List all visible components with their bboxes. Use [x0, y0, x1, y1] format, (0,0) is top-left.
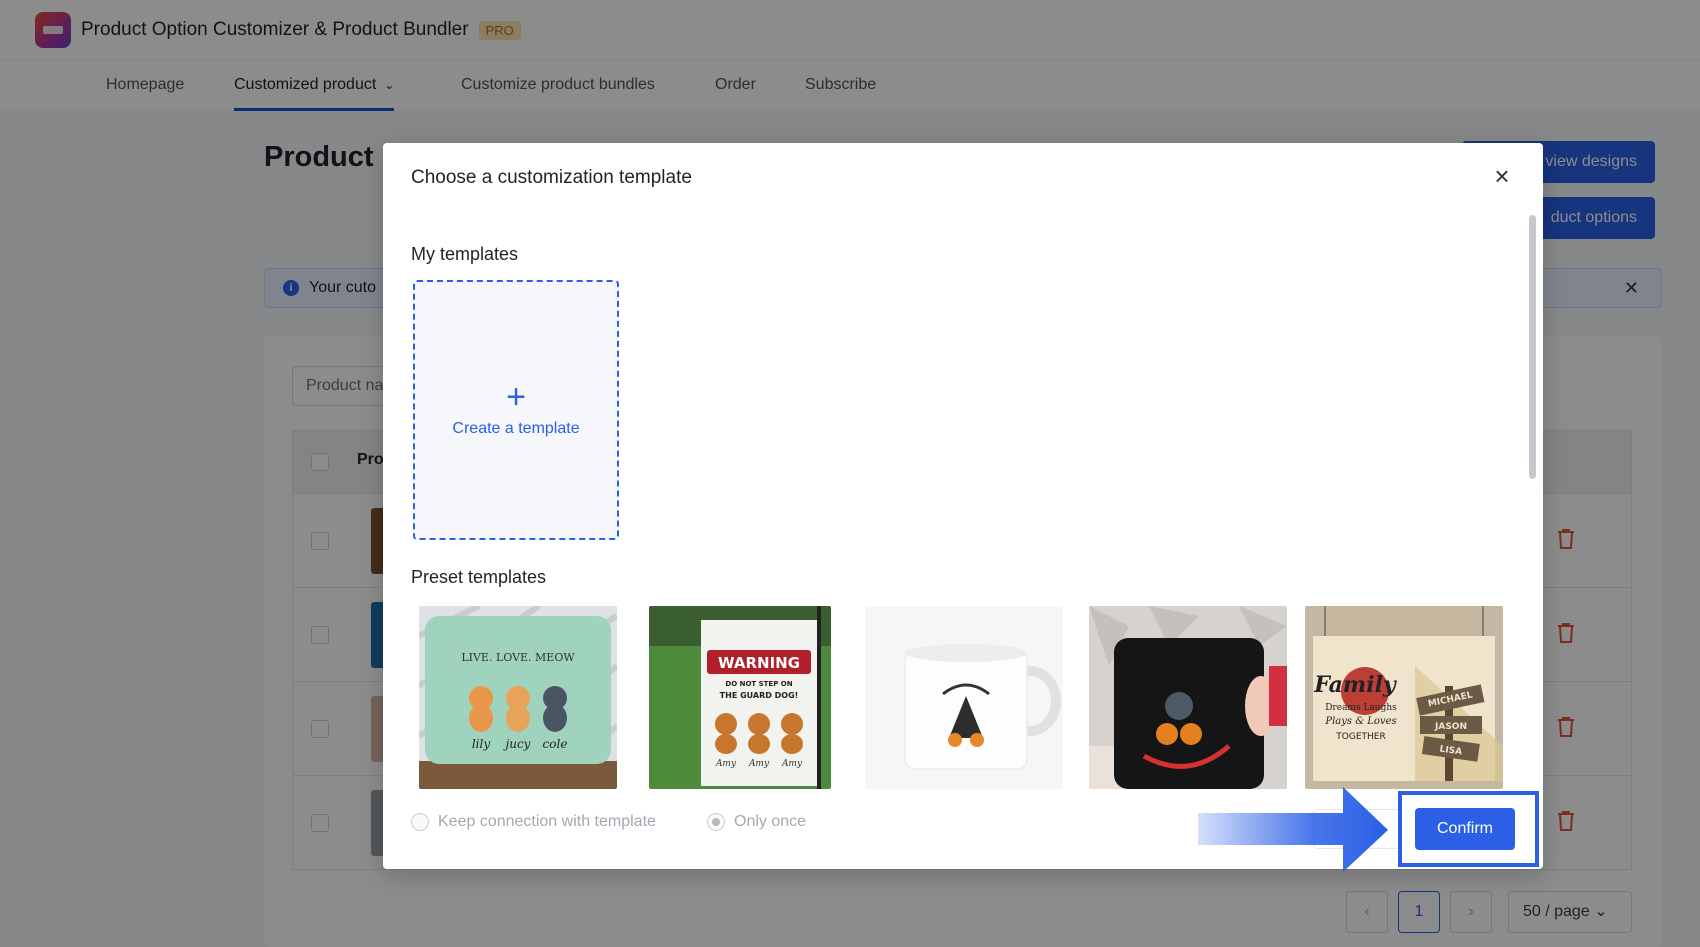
black-mug-image — [1089, 606, 1287, 789]
keep-connection-option[interactable]: Keep connection with template — [411, 813, 656, 831]
modal-title: Choose a customization template — [411, 167, 692, 188]
preset-template-family-sign[interactable]: Family Dreams Laughs Plays & Loves TOGET… — [1305, 606, 1503, 789]
pillow-name-1: lily — [472, 737, 491, 751]
preset-templates-title: Preset templates — [411, 567, 547, 587]
preset-template-white-mug[interactable] — [865, 606, 1063, 789]
flag-name-1: Amy — [715, 759, 737, 769]
white-mug-image — [865, 606, 1063, 789]
flag-name-2: Amy — [748, 759, 770, 769]
annotation-arrow-icon — [1198, 787, 1388, 872]
confirm-button[interactable]: Confirm — [1415, 808, 1515, 850]
preset-template-black-mug[interactable] — [1089, 606, 1287, 789]
create-template-button[interactable]: + Create a template — [413, 280, 619, 540]
sign-name-2: JASON — [1434, 722, 1467, 732]
create-template-label: Create a template — [452, 420, 580, 437]
flag-warning-text: WARNING — [718, 654, 800, 672]
template-modal: Choose a customization template × My tem… — [383, 143, 1543, 869]
only-once-label: Only once — [734, 813, 807, 830]
keep-connection-label: Keep connection with template — [438, 813, 656, 830]
pillow-name-3: cole — [543, 737, 568, 751]
family-sign-image: Family Dreams Laughs Plays & Loves TOGET… — [1305, 606, 1503, 789]
flag-name-3: Amy — [781, 759, 803, 769]
sign-family-text: Family — [1313, 672, 1398, 698]
flag-line-2: DO NOT STEP ON — [725, 680, 792, 688]
only-once-option[interactable]: Only once — [707, 813, 806, 831]
sign-line-4: TOGETHER — [1335, 732, 1385, 742]
sign-line-2: Dreams Laughs — [1325, 703, 1397, 713]
my-templates-title: My templates — [411, 244, 519, 264]
flag-line-3: THE GUARD DOG! — [720, 691, 799, 700]
plus-icon: + — [506, 378, 526, 416]
preset-template-garden-flag[interactable]: WARNING DO NOT STEP ON THE GUARD DOG! Am… — [649, 606, 831, 789]
modal-scrollbar[interactable] — [1529, 215, 1536, 479]
pillow-text: LIVE. LOVE. MEOW — [461, 651, 575, 664]
pillow-image: LIVE. LOVE. MEOW lily jucy cole — [419, 606, 617, 789]
close-icon[interactable]: × — [1487, 161, 1517, 191]
pillow-name-2: jucy — [503, 737, 531, 751]
only-once-radio[interactable] — [707, 813, 725, 831]
preset-template-pillow[interactable]: LIVE. LOVE. MEOW lily jucy cole — [419, 606, 617, 789]
sign-line-3: Plays & Loves — [1324, 716, 1396, 727]
keep-connection-radio[interactable] — [411, 813, 429, 831]
garden-flag-image: WARNING DO NOT STEP ON THE GUARD DOG! Am… — [649, 606, 831, 789]
